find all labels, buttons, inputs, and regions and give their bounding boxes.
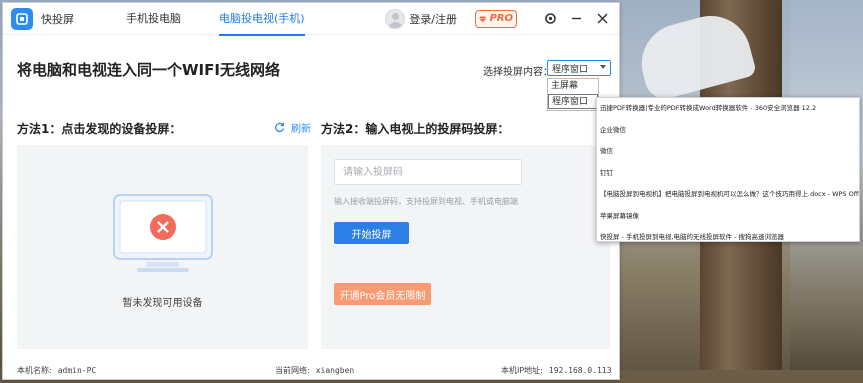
- window-list-popup: 迅捷PDF转换器|专业的PDF转换成Word转换器软件 - 360安全浏览器 1…: [596, 97, 860, 242]
- refresh-label: 刷新: [291, 124, 311, 135]
- cast-code-input[interactable]: [334, 159, 522, 185]
- mode-select-value: 程序窗口: [552, 65, 589, 75]
- method1-title: 方法1：点击发现的设备投屏：: [17, 122, 182, 136]
- open-pro-button[interactable]: 开通Pro会员无限制: [334, 283, 431, 305]
- mode-select-label: 选择投屏内容：: [483, 67, 553, 78]
- mode-option-app-window[interactable]: 程序窗口: [548, 94, 598, 109]
- cast-code-hint: 输入接收端投屏码，支持投屏到电视、手机或电脑端: [334, 197, 518, 206]
- chevron-down-icon: [600, 65, 606, 69]
- tab-phone-to-pc[interactable]: 手机投电脑: [126, 3, 181, 35]
- method2-title: 方法2：输入电视上的投屏码投屏：: [321, 122, 510, 136]
- settings-icon[interactable]: [543, 12, 557, 26]
- login-register-link[interactable]: 登录/注册: [409, 11, 457, 27]
- close-icon[interactable]: [595, 12, 609, 26]
- pc-name-stat: 本机名称: admin-PC: [17, 365, 96, 376]
- cast-code-panel: 输入接收端投屏码，支持投屏到电视、手机或电脑端 开始投屏 开通Pro会员无限制: [321, 145, 610, 349]
- user-avatar-icon[interactable]: [385, 8, 406, 29]
- pc-name-value: admin-PC: [57, 366, 97, 375]
- minimize-icon[interactable]: [569, 12, 583, 26]
- window-list-item[interactable]: 企业微信: [597, 120, 859, 142]
- window-list-item[interactable]: 【电脑投屏到电视机】把电脑投屏到电视机可以怎么做？这个技巧用得上.docx - …: [597, 184, 859, 206]
- monitor-error-icon: [113, 194, 213, 272]
- ip-value: 192.168.0.113: [548, 366, 612, 375]
- window-list-item[interactable]: 钉钉: [597, 163, 859, 185]
- page-headline: 将电脑和电视连入同一个WIFI无线网络: [17, 61, 280, 79]
- tab-pc-to-tv[interactable]: 电脑投电视(手机): [219, 3, 305, 36]
- pro-label: PRO: [489, 13, 513, 24]
- window-list-item[interactable]: 苹果屏幕镜像: [597, 206, 859, 228]
- ip-stat: 本机IP地址: 192.168.0.113: [501, 365, 612, 376]
- mode-select[interactable]: 程序窗口: [547, 60, 611, 76]
- no-device-text: 暂未发现可用设备: [122, 298, 203, 309]
- refresh-icon: [275, 122, 285, 133]
- window-list-item[interactable]: 微信: [597, 141, 859, 163]
- diamond-icon: [479, 16, 487, 22]
- ip-label: 本机IP地址:: [501, 366, 543, 375]
- window-list-item[interactable]: 快投屏 - 手机投屏到电视,电脑的无线投屏软件 - 搜狗高速浏览器: [597, 227, 859, 249]
- network-label: 当前网络:: [275, 366, 310, 375]
- window-list-item[interactable]: 迅捷PDF转换器|专业的PDF转换成Word转换器软件 - 360安全浏览器 1…: [597, 98, 859, 120]
- app-window: 快投屏 手机投电脑 电脑投电视(手机) 登录/注册 PRO 将电脑和电视连入同一…: [2, 2, 620, 380]
- pc-name-label: 本机名称:: [17, 366, 52, 375]
- pro-badge-button[interactable]: PRO: [475, 9, 517, 28]
- device-list-panel: 暂未发现可用设备: [17, 145, 308, 349]
- mode-select-dropdown: 主屏幕 程序窗口: [547, 78, 599, 111]
- refresh-button[interactable]: 刷新: [274, 120, 311, 135]
- mode-option-main-screen[interactable]: 主屏幕: [548, 79, 598, 94]
- app-name: 快投屏: [41, 12, 74, 26]
- title-bar: 快投屏 手机投电脑 电脑投电视(手机) 登录/注册 PRO: [3, 3, 619, 36]
- network-stat: 当前网络: xiangben: [275, 365, 354, 376]
- start-cast-button[interactable]: 开始投屏: [334, 222, 409, 244]
- app-logo-icon: [11, 7, 33, 30]
- network-value: xiangben: [315, 366, 355, 375]
- status-bar: 本机名称: admin-PC 当前网络: xiangben 本机IP地址: 192.1…: [3, 360, 619, 380]
